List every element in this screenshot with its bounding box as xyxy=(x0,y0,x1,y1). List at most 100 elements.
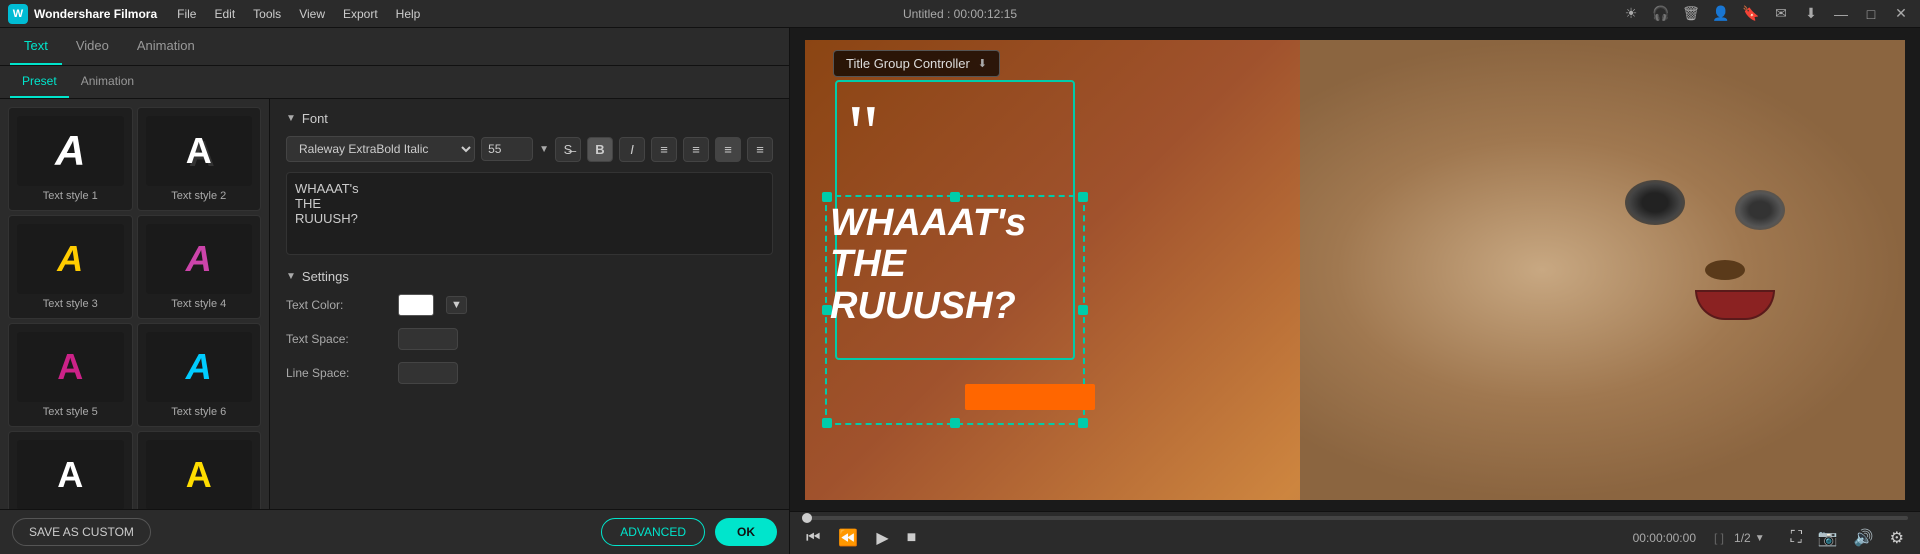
bottom-bar: SAVE AS CUSTOM ADVANCED OK xyxy=(0,509,789,554)
preview-area: " WHAAAT'sTHERUU xyxy=(790,28,1920,511)
style-letter-1: A xyxy=(55,127,85,175)
text-content-area xyxy=(286,172,773,255)
handle-top-left[interactable] xyxy=(822,192,832,202)
style-item-2[interactable]: A Text style 2 xyxy=(137,107,262,211)
format-btn-align-left[interactable]: ≡ xyxy=(651,137,677,162)
ok-button[interactable]: OK xyxy=(715,518,777,546)
user-icon[interactable]: 👤 xyxy=(1710,3,1732,25)
style-item-1[interactable]: A Text style 1 xyxy=(8,107,133,211)
headphone-icon[interactable]: 🎧 xyxy=(1650,3,1672,25)
title-group-badge[interactable]: Title Group Controller ⬇ xyxy=(833,50,1000,77)
page-chevron-icon[interactable]: ▼ xyxy=(1755,533,1765,544)
style-letter-6: A xyxy=(186,346,212,388)
format-btn-align-center[interactable]: ≡ xyxy=(683,137,709,162)
tab-animation[interactable]: Animation xyxy=(123,28,209,65)
style-letter-8: A xyxy=(186,454,212,496)
style-item-4[interactable]: A Text style 4 xyxy=(137,215,262,319)
style-item-5[interactable]: A Text style 5 xyxy=(8,323,133,427)
text-input[interactable] xyxy=(295,181,764,241)
color-dropdown-btn[interactable]: ▼ xyxy=(446,296,467,314)
menu-export[interactable]: Export xyxy=(335,5,386,23)
page-text: 1/2 xyxy=(1734,531,1751,545)
style-label-2: Text style 2 xyxy=(171,190,226,202)
text-color-swatch[interactable] xyxy=(398,294,434,316)
style-item-3[interactable]: A Text style 3 xyxy=(8,215,133,319)
format-btn-strikethrough[interactable]: S̶ xyxy=(555,137,581,162)
menu-tools[interactable]: Tools xyxy=(245,5,289,23)
style-letter-2: A xyxy=(186,130,212,172)
tab-text[interactable]: Text xyxy=(10,28,62,65)
screenshot-icon[interactable]: 📷 xyxy=(1814,526,1842,550)
handle-mid-right[interactable] xyxy=(1078,305,1088,315)
text-space-input[interactable]: 0 xyxy=(398,328,458,350)
maximize-icon[interactable]: □ xyxy=(1860,3,1882,25)
step-back-button[interactable]: ⏪ xyxy=(834,526,862,550)
download-icon[interactable]: ⬇ xyxy=(1800,3,1822,25)
menu-view[interactable]: View xyxy=(291,5,333,23)
progress-track[interactable] xyxy=(802,516,1908,520)
style-label-4: Text style 4 xyxy=(171,298,226,310)
line-space-input[interactable]: 0 xyxy=(398,362,458,384)
logo-icon: W xyxy=(8,4,28,24)
stop-button[interactable]: ■ xyxy=(903,527,921,549)
handle-top-center[interactable] xyxy=(950,192,960,202)
style-preview-8: A xyxy=(146,440,253,509)
style-grid: A Text style 1 A Text style 2 A Text sty… xyxy=(0,99,270,509)
settings-icon[interactable]: ⚙ xyxy=(1886,526,1908,550)
main-area: Text Video Animation Preset Animation A … xyxy=(0,28,1920,554)
format-btn-align-right[interactable]: ≡ xyxy=(715,137,741,162)
sun-icon[interactable]: ☀ xyxy=(1620,3,1642,25)
save-as-custom-button[interactable]: SAVE AS CUSTOM xyxy=(12,518,151,546)
handle-bot-left[interactable] xyxy=(822,418,832,428)
handle-bot-center[interactable] xyxy=(950,418,960,428)
play-button[interactable]: ▶ xyxy=(872,526,892,550)
style-preview-4: A xyxy=(146,224,253,294)
sub-tab-preset[interactable]: Preset xyxy=(10,66,69,98)
preview-background: " WHAAAT'sTHERUU xyxy=(805,40,1905,500)
text-space-row: Text Space: 0 xyxy=(286,328,773,350)
tab-video[interactable]: Video xyxy=(62,28,123,65)
volume-icon[interactable]: 🔊 xyxy=(1850,526,1878,550)
style-item-7[interactable]: A Text style 7 xyxy=(8,431,133,509)
font-size-input[interactable] xyxy=(481,137,533,161)
handle-top-right[interactable] xyxy=(1078,192,1088,202)
advanced-button[interactable]: ADVANCED xyxy=(601,518,705,546)
text-color-label: Text Color: xyxy=(286,298,386,312)
fullscreen-icon[interactable]: ⛶ xyxy=(1787,527,1806,549)
close-icon[interactable]: ✕ xyxy=(1890,3,1912,25)
font-select[interactable]: Raleway ExtraBold Italic xyxy=(286,136,475,162)
mail-icon[interactable]: ✉ xyxy=(1770,3,1792,25)
format-btn-italic[interactable]: I xyxy=(619,137,645,162)
font-section-label: Font xyxy=(302,111,328,126)
menu-edit[interactable]: Edit xyxy=(206,5,243,23)
preview-canvas: " WHAAAT'sTHERUU xyxy=(805,40,1905,500)
left-panel: Text Video Animation Preset Animation A … xyxy=(0,28,790,554)
font-controls-row: Raleway ExtraBold Italic ▼ S̶ B I ≡ ≡ ≡ … xyxy=(286,136,773,162)
menu-help[interactable]: Help xyxy=(388,5,429,23)
right-control-icons: ⛶ 📷 🔊 ⚙ xyxy=(1787,526,1908,550)
sub-tab-animation[interactable]: Animation xyxy=(69,66,146,98)
format-btn-align-justify[interactable]: ≡ xyxy=(747,137,773,162)
time-separator: [ ] xyxy=(1714,531,1724,545)
window-title: Untitled : 00:00:12:15 xyxy=(903,7,1017,21)
skip-back-button[interactable]: ⏮ xyxy=(802,527,824,549)
bookmark-icon[interactable]: 🔖 xyxy=(1740,3,1762,25)
style-item-8[interactable]: A Text style 8 xyxy=(137,431,262,509)
right-panel: " WHAAAT'sTHERUU xyxy=(790,28,1920,554)
format-btn-bold[interactable]: B xyxy=(587,137,613,162)
chevron-down-icon: ▼ xyxy=(539,144,549,155)
trash-icon[interactable]: 🗑 xyxy=(1680,3,1702,25)
progress-thumb[interactable] xyxy=(802,513,812,523)
handle-bot-right[interactable] xyxy=(1078,418,1088,428)
minimize-icon[interactable]: — xyxy=(1830,3,1852,25)
quote-mark: " xyxy=(847,94,880,174)
settings-section: ▼ Settings Text Color: ▼ Text Space: 0 L… xyxy=(286,269,773,384)
style-preview-7: A xyxy=(17,440,124,509)
controls-row: ⏮ ⏪ ▶ ■ 00:00:00:00 [ ] 1/2 ▼ ⛶ 📷 🔊 ⚙ xyxy=(802,526,1908,550)
style-label-6: Text style 6 xyxy=(171,406,226,418)
menu-file[interactable]: File xyxy=(169,5,204,23)
time-display: 00:00:00:00 xyxy=(1633,531,1696,545)
title-group-expand-icon[interactable]: ⬇ xyxy=(978,57,987,70)
style-item-6[interactable]: A Text style 6 xyxy=(137,323,262,427)
menu-bar: W Wondershare Filmora File Edit Tools Vi… xyxy=(0,0,1920,28)
